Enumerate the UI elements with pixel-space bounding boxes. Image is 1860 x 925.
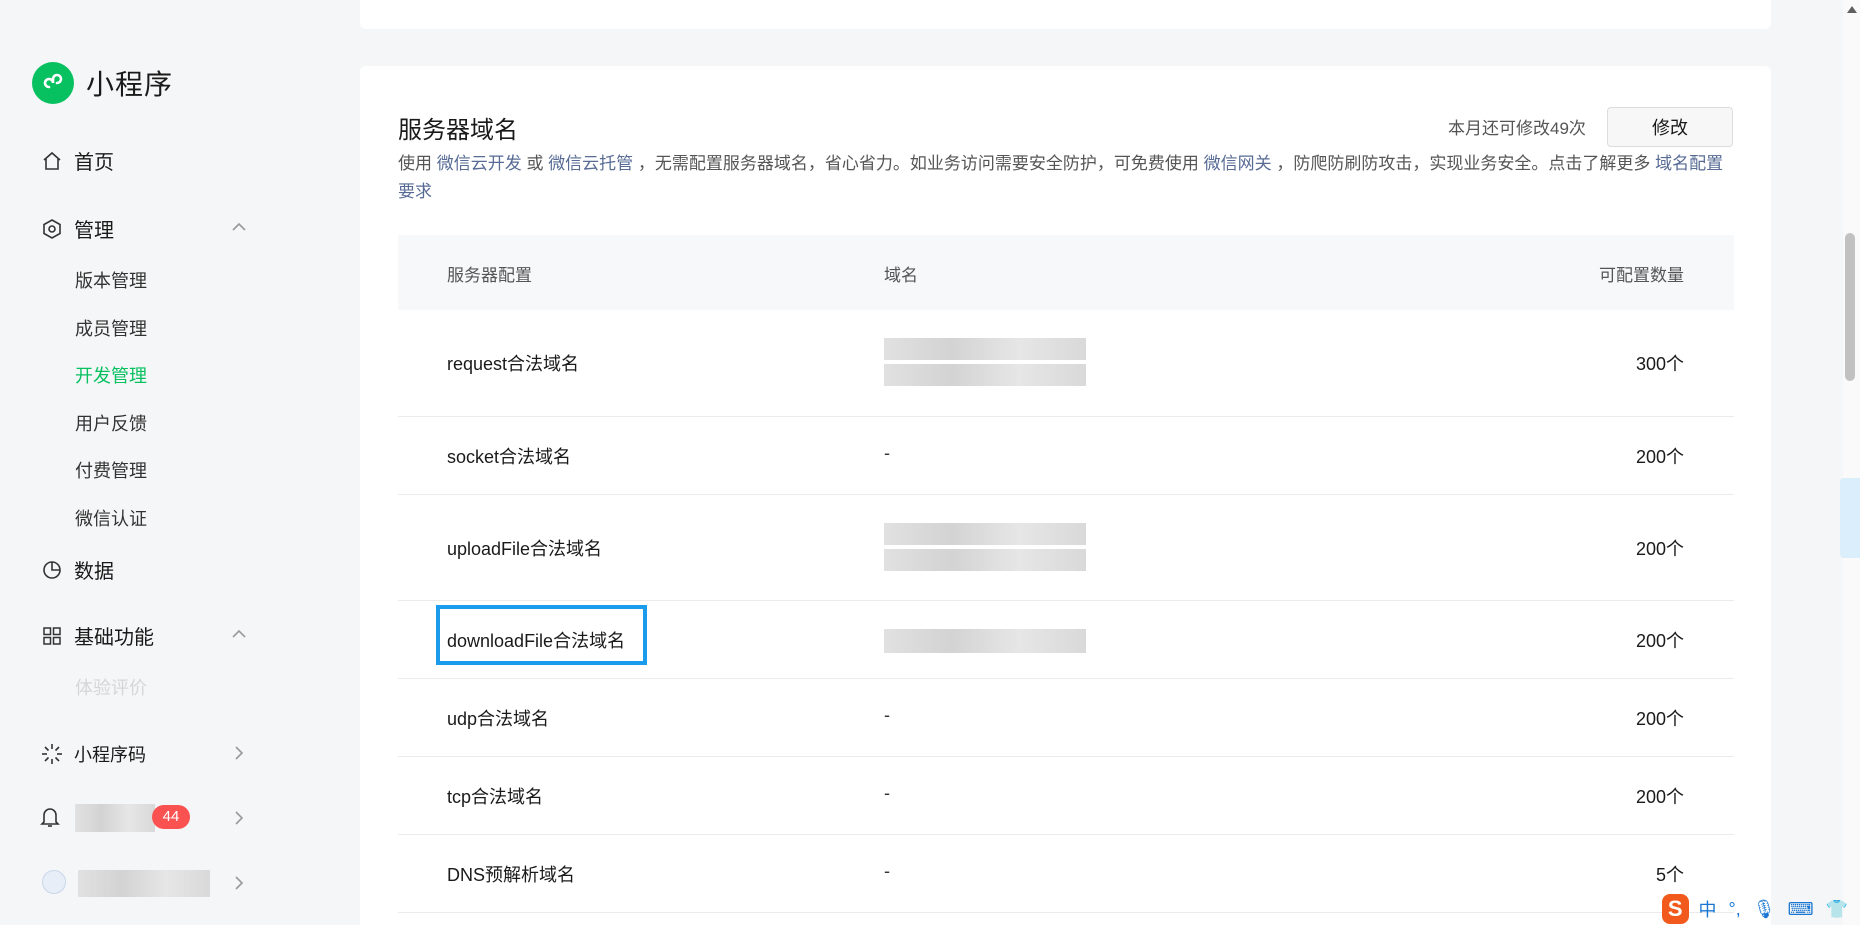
mini-program-logo-icon [32, 62, 74, 104]
nav-basic[interactable]: 基础功能 [40, 621, 154, 650]
grid-icon [40, 624, 64, 648]
nav-member-manage[interactable]: 成员管理 [75, 315, 147, 341]
link-wechat-gateway[interactable]: 微信网关 [1204, 154, 1272, 173]
scroll-up-arrow-icon[interactable] [1847, 6, 1857, 13]
table-header: 服务器配置 域名 可配置数量 [398, 235, 1734, 310]
chevron-up-icon[interactable] [230, 625, 248, 643]
nav-payment-manage[interactable]: 付费管理 [75, 457, 147, 483]
col-server-config: 服务器配置 [447, 266, 532, 285]
table-row: DNS预解析域名 - 5个 [398, 835, 1734, 913]
chevron-right-icon[interactable] [230, 874, 248, 892]
nav-data[interactable]: 数据 [40, 555, 114, 584]
nav-manage-label: 管理 [74, 220, 114, 242]
nav-data-label: 数据 [74, 561, 114, 583]
ime-mode[interactable]: 中 [1699, 896, 1717, 922]
skin-icon[interactable]: 👕 [1826, 899, 1848, 920]
nav-wechat-verify[interactable]: 微信认证 [75, 505, 147, 531]
col-count: 可配置数量 [1599, 266, 1684, 285]
server-domain-card: 服务器域名 本月还可修改49次 修改 使用 微信云开发 或 微信云托管 ，无需配… [360, 66, 1771, 925]
table-row: tcp合法域名 - 200个 [398, 757, 1734, 835]
row-domain: - [884, 861, 890, 881]
microphone-icon[interactable]: 🎙 [1753, 899, 1776, 920]
section-description: 使用 微信云开发 或 微信云托管 ，无需配置服务器域名，省心省力。如业务访问需要… [398, 150, 1738, 206]
app-title: 小程序 [86, 69, 174, 100]
row-config-name: tcp合法域名 [447, 787, 544, 807]
nav-home-label: 首页 [74, 152, 114, 174]
chevron-up-icon[interactable] [230, 218, 248, 236]
table-row: udp合法域名 - 200个 [398, 679, 1734, 757]
row-config-name: socket合法域名 [447, 447, 572, 467]
sogou-ime-icon[interactable]: S [1662, 894, 1689, 924]
desc-text: 或 [521, 154, 549, 173]
avatar[interactable] [42, 870, 66, 894]
chevron-right-icon[interactable] [230, 809, 248, 827]
desc-text: 使用 [398, 154, 437, 173]
ime-punct[interactable]: °, [1729, 899, 1741, 920]
blurred-domain [884, 549, 1086, 571]
link-cloud-hosting[interactable]: 微信云托管 [548, 154, 633, 173]
ime-toolbar[interactable]: S 中 °, 🎙 ⌨ 👕 [1662, 893, 1860, 925]
row-config-name: request合法域名 [447, 354, 580, 374]
nav-user-feedback[interactable]: 用户反馈 [75, 410, 147, 436]
table-row: socket合法域名 - 200个 [398, 417, 1734, 495]
blurred-account-name [78, 870, 210, 897]
scrollbar[interactable] [1843, 0, 1860, 925]
row-count: 300个 [1635, 354, 1684, 374]
nav-manage[interactable]: 管理 [40, 214, 114, 243]
row-count: 200个 [1635, 787, 1684, 807]
col-domain: 域名 [884, 266, 918, 285]
side-float-tab[interactable] [1840, 478, 1860, 558]
table-row: uploadFile合法域名 200个 [398, 495, 1734, 601]
nav-qrcode-label: 小程序码 [74, 745, 146, 765]
pie-chart-icon [40, 558, 64, 582]
bell-icon[interactable] [40, 806, 64, 830]
row-count: 200个 [1635, 631, 1684, 651]
manage-icon [40, 217, 64, 241]
sidebar: 小程序 首页 管理 版本管理 成员管理 开发管理 用户反馈 付费管理 微信认证 … [0, 0, 300, 925]
blurred-domain [884, 523, 1086, 545]
app-logo[interactable]: 小程序 [32, 62, 173, 104]
nav-experience-eval[interactable]: 体验评价 [75, 674, 147, 700]
row-count: 5个 [1655, 865, 1684, 885]
row-config-name: uploadFile合法域名 [447, 539, 603, 559]
desc-text: ，防爬防刷防攻击，实现业务安全。点击了解更多 [1271, 154, 1656, 173]
row-count: 200个 [1635, 539, 1684, 559]
remaining-edits-text: 本月还可修改49次 [1448, 119, 1586, 138]
keyboard-icon[interactable]: ⌨ [1788, 899, 1814, 920]
domain-table: 服务器配置 域名 可配置数量 request合法域名 300个 socket合法… [398, 235, 1734, 913]
table-row: request合法域名 300个 [398, 310, 1734, 417]
chevron-right-icon[interactable] [230, 744, 248, 762]
edit-button[interactable]: 修改 [1607, 107, 1733, 147]
nav-dev-manage[interactable]: 开发管理 [75, 362, 147, 388]
home-icon [40, 149, 64, 173]
highlight-box [436, 605, 647, 665]
blurred-domain [884, 364, 1086, 386]
row-domain: - [884, 705, 890, 725]
blurred-notify-label [75, 804, 155, 832]
row-count: 200个 [1635, 709, 1684, 729]
row-config-name: udp合法域名 [447, 709, 550, 729]
nav-version-manage[interactable]: 版本管理 [75, 267, 147, 293]
row-domain: - [884, 783, 890, 803]
section-title: 服务器域名 [398, 117, 518, 144]
blurred-domain [884, 629, 1086, 653]
link-cloud-dev[interactable]: 微信云开发 [437, 154, 522, 173]
previous-card [360, 0, 1771, 29]
notification-count-badge: 44 [152, 805, 190, 829]
blurred-domain [884, 338, 1086, 360]
desc-text: ，无需配置服务器域名，省心省力。如业务访问需要安全防护，可免费使用 [633, 154, 1204, 173]
nav-home[interactable]: 首页 [40, 146, 114, 175]
row-config-name: DNS预解析域名 [447, 865, 576, 885]
row-domain: - [884, 443, 890, 463]
sun-qrcode-icon [40, 742, 64, 766]
nav-qrcode[interactable]: 小程序码 [40, 741, 146, 767]
scrollbar-thumb[interactable] [1845, 233, 1855, 381]
row-count: 200个 [1635, 447, 1684, 467]
nav-basic-label: 基础功能 [74, 627, 154, 649]
